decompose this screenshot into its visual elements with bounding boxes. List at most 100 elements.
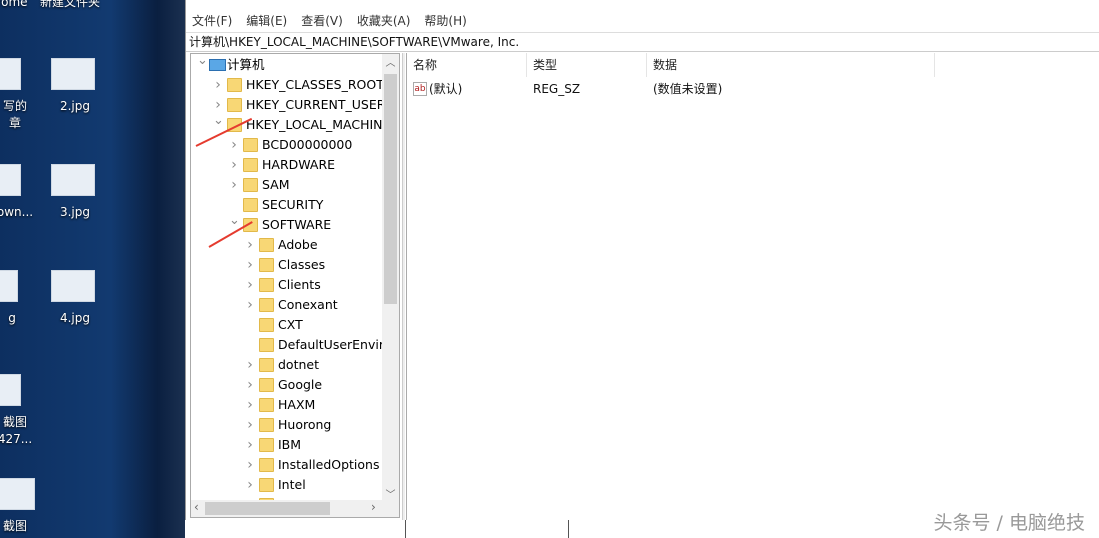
chevron-right-icon[interactable]: › xyxy=(245,235,255,255)
desktop-icon[interactable]: g xyxy=(0,310,42,327)
file-thumbnail xyxy=(51,58,95,90)
desktop-icon[interactable]: rome xyxy=(0,0,42,11)
tree-node-label: SOFTWARE xyxy=(262,217,332,232)
chevron-right-icon[interactable]: › xyxy=(245,455,255,475)
tree-node-label: Conexant xyxy=(278,297,338,312)
chevron-down-icon[interactable]: ⌄ xyxy=(197,54,208,71)
folder-icon xyxy=(259,238,274,252)
value-type: REG_SZ xyxy=(533,82,581,96)
menu-item[interactable]: 编辑(E) xyxy=(246,12,287,29)
tree-vertical-scrollbar[interactable]: ︿ ﹀ xyxy=(382,54,399,501)
tree-node[interactable]: CXT xyxy=(191,315,391,335)
desktop-icon[interactable]: 3.jpg xyxy=(45,204,105,221)
tree-node[interactable]: › Google xyxy=(191,375,391,395)
tree-node[interactable]: › InstalledOptions xyxy=(191,455,391,475)
folder-icon xyxy=(259,298,274,312)
tree-node[interactable]: › IBM xyxy=(191,435,391,455)
file-thumbnail xyxy=(0,270,18,302)
tree-node[interactable]: › HAXM xyxy=(191,395,391,415)
chevron-right-icon[interactable]: › xyxy=(229,135,239,155)
column-data[interactable]: 数据 xyxy=(647,53,935,77)
tree-node[interactable]: SECURITY xyxy=(191,195,391,215)
folder-icon xyxy=(227,78,242,92)
desktop-icon[interactable]: 2.jpg xyxy=(45,98,105,115)
chevron-right-icon[interactable]: › xyxy=(229,175,239,195)
folder-icon xyxy=(259,278,274,292)
tree-node[interactable]: › HKEY_CLASSES_ROOT xyxy=(191,75,391,95)
folder-icon xyxy=(259,458,274,472)
tree-node-label: HKEY_LOCAL_MACHINE xyxy=(246,117,391,132)
desktop-icon[interactable]: 4.jpg xyxy=(45,310,105,327)
tree-node[interactable]: › Classes xyxy=(191,255,391,275)
folder-icon xyxy=(243,138,258,152)
chevron-right-icon[interactable]: › xyxy=(245,295,255,315)
value-data: (数值未设置) xyxy=(653,82,723,96)
folder-icon xyxy=(259,478,274,492)
tree-node[interactable]: › SAM xyxy=(191,175,391,195)
folder-icon xyxy=(259,398,274,412)
tree-horizontal-scrollbar[interactable]: ‹ › xyxy=(191,500,399,517)
chevron-right-icon[interactable]: › xyxy=(229,155,239,175)
desktop-icon[interactable]: 写的 章 xyxy=(0,98,45,132)
menu-item[interactable]: 文件(F) xyxy=(192,12,232,29)
scroll-thumb[interactable] xyxy=(384,74,397,304)
tree-node-label: Huorong xyxy=(278,417,332,432)
folder-icon xyxy=(259,358,274,372)
file-thumbnail xyxy=(51,270,95,302)
tree-node-label: IBM xyxy=(278,437,302,452)
chevron-right-icon[interactable]: › xyxy=(213,75,223,95)
column-type[interactable]: 类型 xyxy=(527,53,647,77)
string-value-icon: ab xyxy=(413,82,427,96)
column-name[interactable]: 名称 xyxy=(407,53,527,77)
tree-node[interactable]: › Conexant xyxy=(191,295,391,315)
tree-node[interactable]: ⌄ 计算机 xyxy=(191,54,391,75)
tree-node[interactable]: › dotnet xyxy=(191,355,391,375)
chevron-right-icon[interactable]: › xyxy=(245,395,255,415)
tree-node[interactable]: › Clients xyxy=(191,275,391,295)
values-list: 名称 类型 数据 ab (默认) REG_SZ (数值未设置) xyxy=(406,53,1099,520)
desktop-icon[interactable]: 截图 427... xyxy=(0,414,45,448)
tree-node-label: Classes xyxy=(278,257,326,272)
tree-node[interactable]: DefaultUserEnvironm xyxy=(191,335,399,355)
chevron-right-icon[interactable]: › xyxy=(245,415,255,435)
file-thumbnail xyxy=(0,58,21,90)
menu-item[interactable]: 帮助(H) xyxy=(424,12,466,29)
chevron-right-icon[interactable]: › xyxy=(245,435,255,455)
tree-node-label: CXT xyxy=(278,317,303,332)
tree-node-label: HAXM xyxy=(278,397,316,412)
file-thumbnail xyxy=(51,164,95,196)
address-bar[interactable]: 计算机\HKEY_LOCAL_MACHINE\SOFTWARE\VMware, … xyxy=(186,32,1099,52)
tree-node[interactable]: › Intel xyxy=(191,475,391,495)
tree-node[interactable]: › Huorong xyxy=(191,415,391,435)
tree-node-label: Intel xyxy=(278,477,306,492)
tree-node-label: Clients xyxy=(278,277,321,292)
tree-node-label: 计算机 xyxy=(227,57,265,72)
registry-tree: ›I...›Intel›InstalledOptions›IBM›Huorong… xyxy=(190,53,400,518)
chevron-right-icon[interactable]: › xyxy=(245,475,255,495)
watermark: 头条号 / 电脑绝技 xyxy=(933,512,1085,534)
pane-splitter[interactable] xyxy=(402,53,405,520)
chevron-right-icon[interactable]: › xyxy=(245,375,255,395)
value-name: (默认) xyxy=(429,82,463,96)
menu-item[interactable]: 收藏夹(A) xyxy=(357,12,411,29)
menu-item[interactable]: 查看(V) xyxy=(301,12,343,29)
tree-node[interactable]: › HARDWARE xyxy=(191,155,391,175)
desktop-icon[interactable]: 新建文件夹 xyxy=(40,0,100,11)
chevron-right-icon[interactable]: › xyxy=(245,355,255,375)
chevron-right-icon[interactable]: › xyxy=(245,275,255,295)
desktop-icon[interactable]: own... xyxy=(0,204,45,221)
file-thumbnail xyxy=(0,164,21,196)
chevron-right-icon[interactable]: › xyxy=(245,255,255,275)
tree-node-label: dotnet xyxy=(278,357,319,372)
folder-icon xyxy=(259,378,274,392)
tree-node-label: SAM xyxy=(262,177,290,192)
computer-icon xyxy=(209,59,226,71)
tree-node[interactable]: › BCD00000000 xyxy=(191,135,391,155)
chevron-right-icon[interactable]: › xyxy=(213,95,223,115)
tree-node-label: HKEY_CLASSES_ROOT xyxy=(246,77,384,92)
desktop-icon[interactable]: 截图 xyxy=(0,518,45,535)
folder-icon xyxy=(243,158,258,172)
tree-node[interactable]: › HKEY_CURRENT_USER xyxy=(191,95,391,115)
folder-icon xyxy=(243,178,258,192)
tree-node[interactable]: ⌄ SOFTWARE xyxy=(191,213,391,235)
